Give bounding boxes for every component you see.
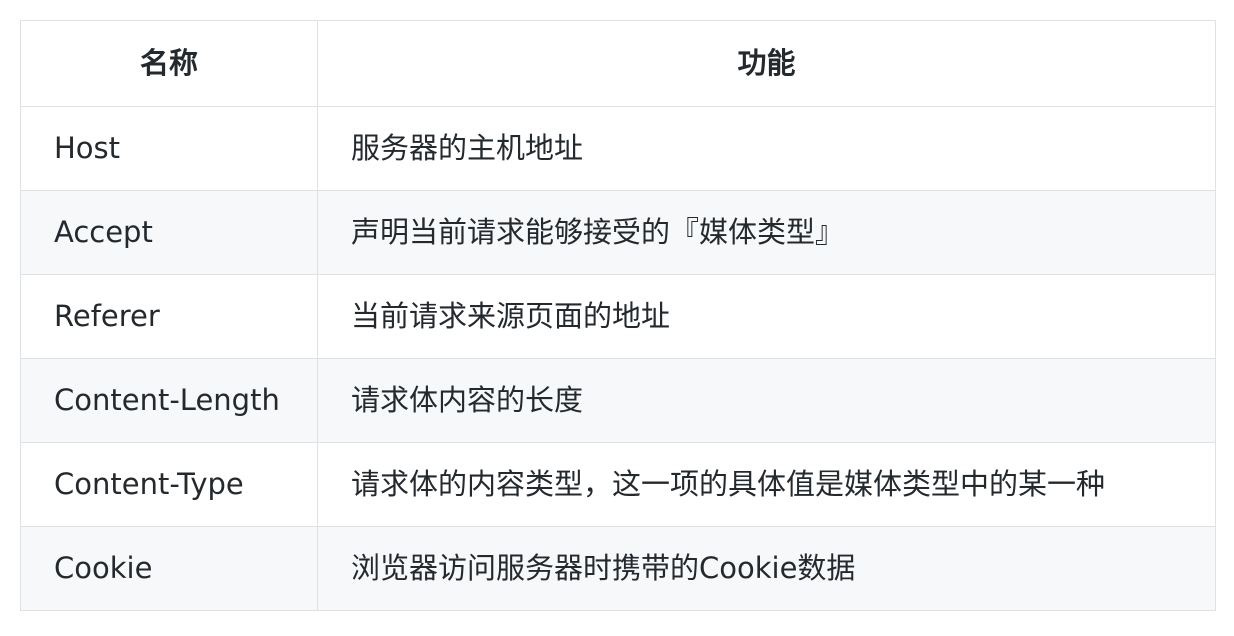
http-headers-table-container: 名称 功能 Host 服务器的主机地址 Accept 声明当前请求能够接受的『媒… bbox=[20, 20, 1216, 611]
header-function: 功能 bbox=[317, 20, 1216, 107]
cell-function: 浏览器访问服务器时携带的Cookie数据 bbox=[317, 526, 1216, 611]
table-row: Content-Length 请求体内容的长度 bbox=[20, 358, 1216, 443]
cell-function: 当前请求来源页面的地址 bbox=[317, 274, 1216, 359]
cell-function: 声明当前请求能够接受的『媒体类型』 bbox=[317, 190, 1216, 275]
cell-name: Accept bbox=[20, 190, 318, 275]
cell-name: Host bbox=[20, 106, 318, 191]
cell-function: 请求体内容的长度 bbox=[317, 358, 1216, 443]
header-name: 名称 bbox=[20, 20, 318, 107]
cell-function: 服务器的主机地址 bbox=[317, 106, 1216, 191]
table-header: 名称 功能 bbox=[20, 20, 1216, 107]
table-row: Accept 声明当前请求能够接受的『媒体类型』 bbox=[20, 190, 1216, 275]
table-row: Host 服务器的主机地址 bbox=[20, 106, 1216, 191]
table-row: Referer 当前请求来源页面的地址 bbox=[20, 274, 1216, 359]
table-row: Content-Type 请求体的内容类型，这一项的具体值是媒体类型中的某一种 bbox=[20, 442, 1216, 527]
header-row: 名称 功能 bbox=[20, 20, 1216, 107]
cell-function: 请求体的内容类型，这一项的具体值是媒体类型中的某一种 bbox=[317, 442, 1216, 527]
cell-name: Content-Length bbox=[20, 358, 318, 443]
table-row: Cookie 浏览器访问服务器时携带的Cookie数据 bbox=[20, 526, 1216, 611]
http-headers-table: 名称 功能 Host 服务器的主机地址 Accept 声明当前请求能够接受的『媒… bbox=[20, 20, 1216, 611]
cell-name: Referer bbox=[20, 274, 318, 359]
table-body: Host 服务器的主机地址 Accept 声明当前请求能够接受的『媒体类型』 R… bbox=[20, 106, 1216, 611]
cell-name: Content-Type bbox=[20, 442, 318, 527]
cell-name: Cookie bbox=[20, 526, 318, 611]
